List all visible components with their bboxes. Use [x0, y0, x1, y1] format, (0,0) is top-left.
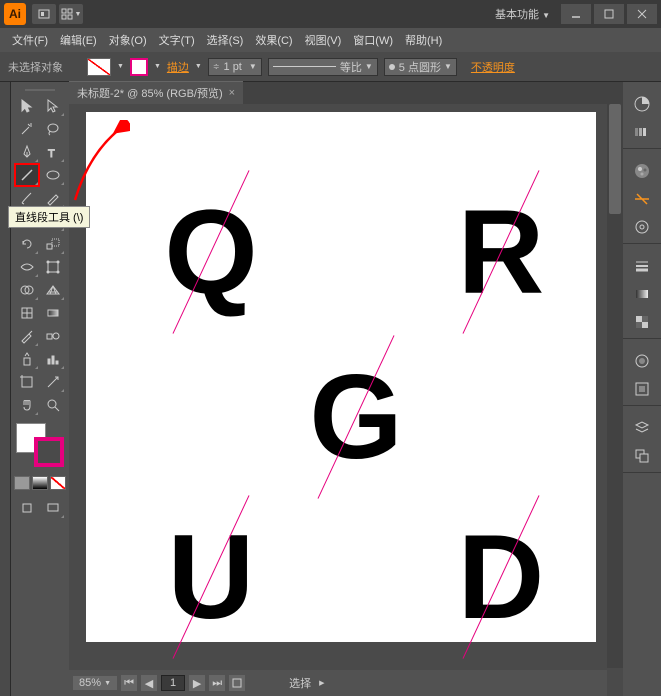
profile-dropdown[interactable]: 等比▼ — [268, 58, 378, 76]
brush-dropdown[interactable]: 5 点圆形▼ — [384, 58, 457, 76]
stroke-swatch[interactable] — [130, 58, 148, 76]
menu-type[interactable]: 文字(T) — [153, 32, 201, 48]
selection-tool[interactable] — [15, 95, 39, 117]
ellipse-tool[interactable] — [41, 164, 65, 186]
blend-tool[interactable] — [41, 325, 65, 347]
panel-gradient-icon[interactable] — [630, 282, 654, 306]
panel-color-icon[interactable] — [630, 92, 654, 116]
prev-artboard-button[interactable]: ◀ — [141, 675, 157, 691]
artboard[interactable]: QRGUD — [86, 112, 596, 642]
next-artboard-button[interactable]: ▶ — [189, 675, 205, 691]
maximize-button[interactable] — [594, 4, 624, 24]
scale-tool[interactable] — [41, 233, 65, 255]
minimize-button[interactable] — [561, 4, 591, 24]
width-tool[interactable] — [15, 256, 39, 278]
panel-artboards-icon[interactable] — [630, 444, 654, 468]
scrollbar-thumb[interactable] — [609, 104, 621, 214]
menu-edit[interactable]: 编辑(E) — [54, 32, 103, 48]
mesh-tool[interactable] — [15, 302, 39, 324]
zoom-tool[interactable] — [41, 394, 65, 416]
panel-color-guide-icon[interactable] — [630, 120, 654, 144]
hand-tool[interactable] — [15, 394, 39, 416]
close-button[interactable] — [627, 4, 657, 24]
menu-view[interactable]: 视图(V) — [299, 32, 348, 48]
menu-effect[interactable]: 效果(C) — [249, 32, 298, 48]
color-mode-gradient[interactable] — [32, 476, 48, 490]
right-panel-dock — [623, 82, 661, 696]
bridge-icon[interactable] — [32, 4, 56, 24]
eyedropper-tool[interactable] — [15, 325, 39, 347]
artboard-number[interactable]: 1 — [161, 675, 185, 691]
rotate-tool[interactable] — [15, 233, 39, 255]
stroke-label[interactable]: 描边 — [167, 59, 189, 75]
tooltip-line-tool: 直线段工具 (\) — [8, 206, 90, 228]
screen-mode[interactable] — [41, 497, 65, 519]
toolbox: T — [11, 82, 69, 696]
panel-stroke-icon[interactable] — [630, 254, 654, 278]
type-tool[interactable]: T — [41, 141, 65, 163]
menu-file[interactable]: 文件(F) — [6, 32, 54, 48]
column-graph-tool[interactable] — [41, 348, 65, 370]
menu-window[interactable]: 窗口(W) — [347, 32, 399, 48]
slice-tool[interactable] — [41, 371, 65, 393]
panel-layers-icon[interactable] — [630, 416, 654, 440]
menu-object[interactable]: 对象(O) — [103, 32, 153, 48]
menu-select[interactable]: 选择(S) — [201, 32, 250, 48]
workspace-switcher[interactable]: 基本功能 ▼ — [495, 6, 550, 22]
menu-help[interactable]: 帮助(H) — [399, 32, 448, 48]
selection-status: 未选择对象 — [8, 59, 63, 75]
zoom-dropdown[interactable]: 85% ▼ — [73, 676, 117, 690]
gradient-tool[interactable] — [41, 302, 65, 324]
panel-symbols-icon[interactable] — [630, 215, 654, 239]
left-gutter — [0, 82, 11, 696]
last-artboard-button[interactable]: ⏭ — [209, 675, 225, 691]
color-mode-none[interactable] — [50, 476, 66, 490]
color-mode-color[interactable] — [14, 476, 30, 490]
panel-graphic-styles-icon[interactable] — [630, 377, 654, 401]
fill-swatch[interactable] — [87, 58, 111, 76]
stroke-weight-dropdown[interactable]: ≑1 pt▼ — [208, 58, 262, 76]
pen-tool[interactable] — [15, 141, 39, 163]
draw-mode[interactable] — [15, 497, 39, 519]
panel-transparency-icon[interactable] — [630, 310, 654, 334]
panel-swatches-icon[interactable] — [630, 159, 654, 183]
panel-brushes-icon[interactable] — [630, 187, 654, 211]
tab-label: 未标题-2* @ 85% (RGB/预览) — [77, 85, 223, 101]
opacity-label[interactable]: 不透明度 — [471, 59, 515, 75]
symbol-sprayer-tool[interactable] — [15, 348, 39, 370]
stroke-box[interactable] — [34, 437, 64, 467]
perspective-grid-tool[interactable] — [41, 279, 65, 301]
direct-selection-tool[interactable] — [41, 95, 65, 117]
first-artboard-button[interactable]: ⏮ — [121, 675, 137, 691]
panel-appearance-icon[interactable] — [630, 349, 654, 373]
tab-close-icon[interactable]: × — [229, 87, 235, 99]
artboard-nav-icon[interactable] — [229, 675, 245, 691]
line-segment-tool[interactable] — [15, 164, 39, 186]
vertical-scrollbar[interactable] — [607, 104, 623, 668]
svg-text:T: T — [48, 148, 55, 160]
toolbox-grip[interactable] — [13, 86, 67, 94]
fill-stroke-control[interactable] — [16, 423, 64, 467]
shape-builder-tool[interactable] — [15, 279, 39, 301]
magic-wand-tool[interactable] — [15, 118, 39, 140]
lasso-tool[interactable] — [41, 118, 65, 140]
document-tab[interactable]: 未标题-2* @ 85% (RGB/预览) × — [69, 81, 243, 104]
app-icon: Ai — [4, 3, 26, 25]
arrange-icon[interactable]: ▼ — [59, 4, 83, 24]
free-transform-tool[interactable] — [41, 256, 65, 278]
artboard-tool[interactable] — [15, 371, 39, 393]
status-mode: 选择 — [289, 675, 311, 691]
